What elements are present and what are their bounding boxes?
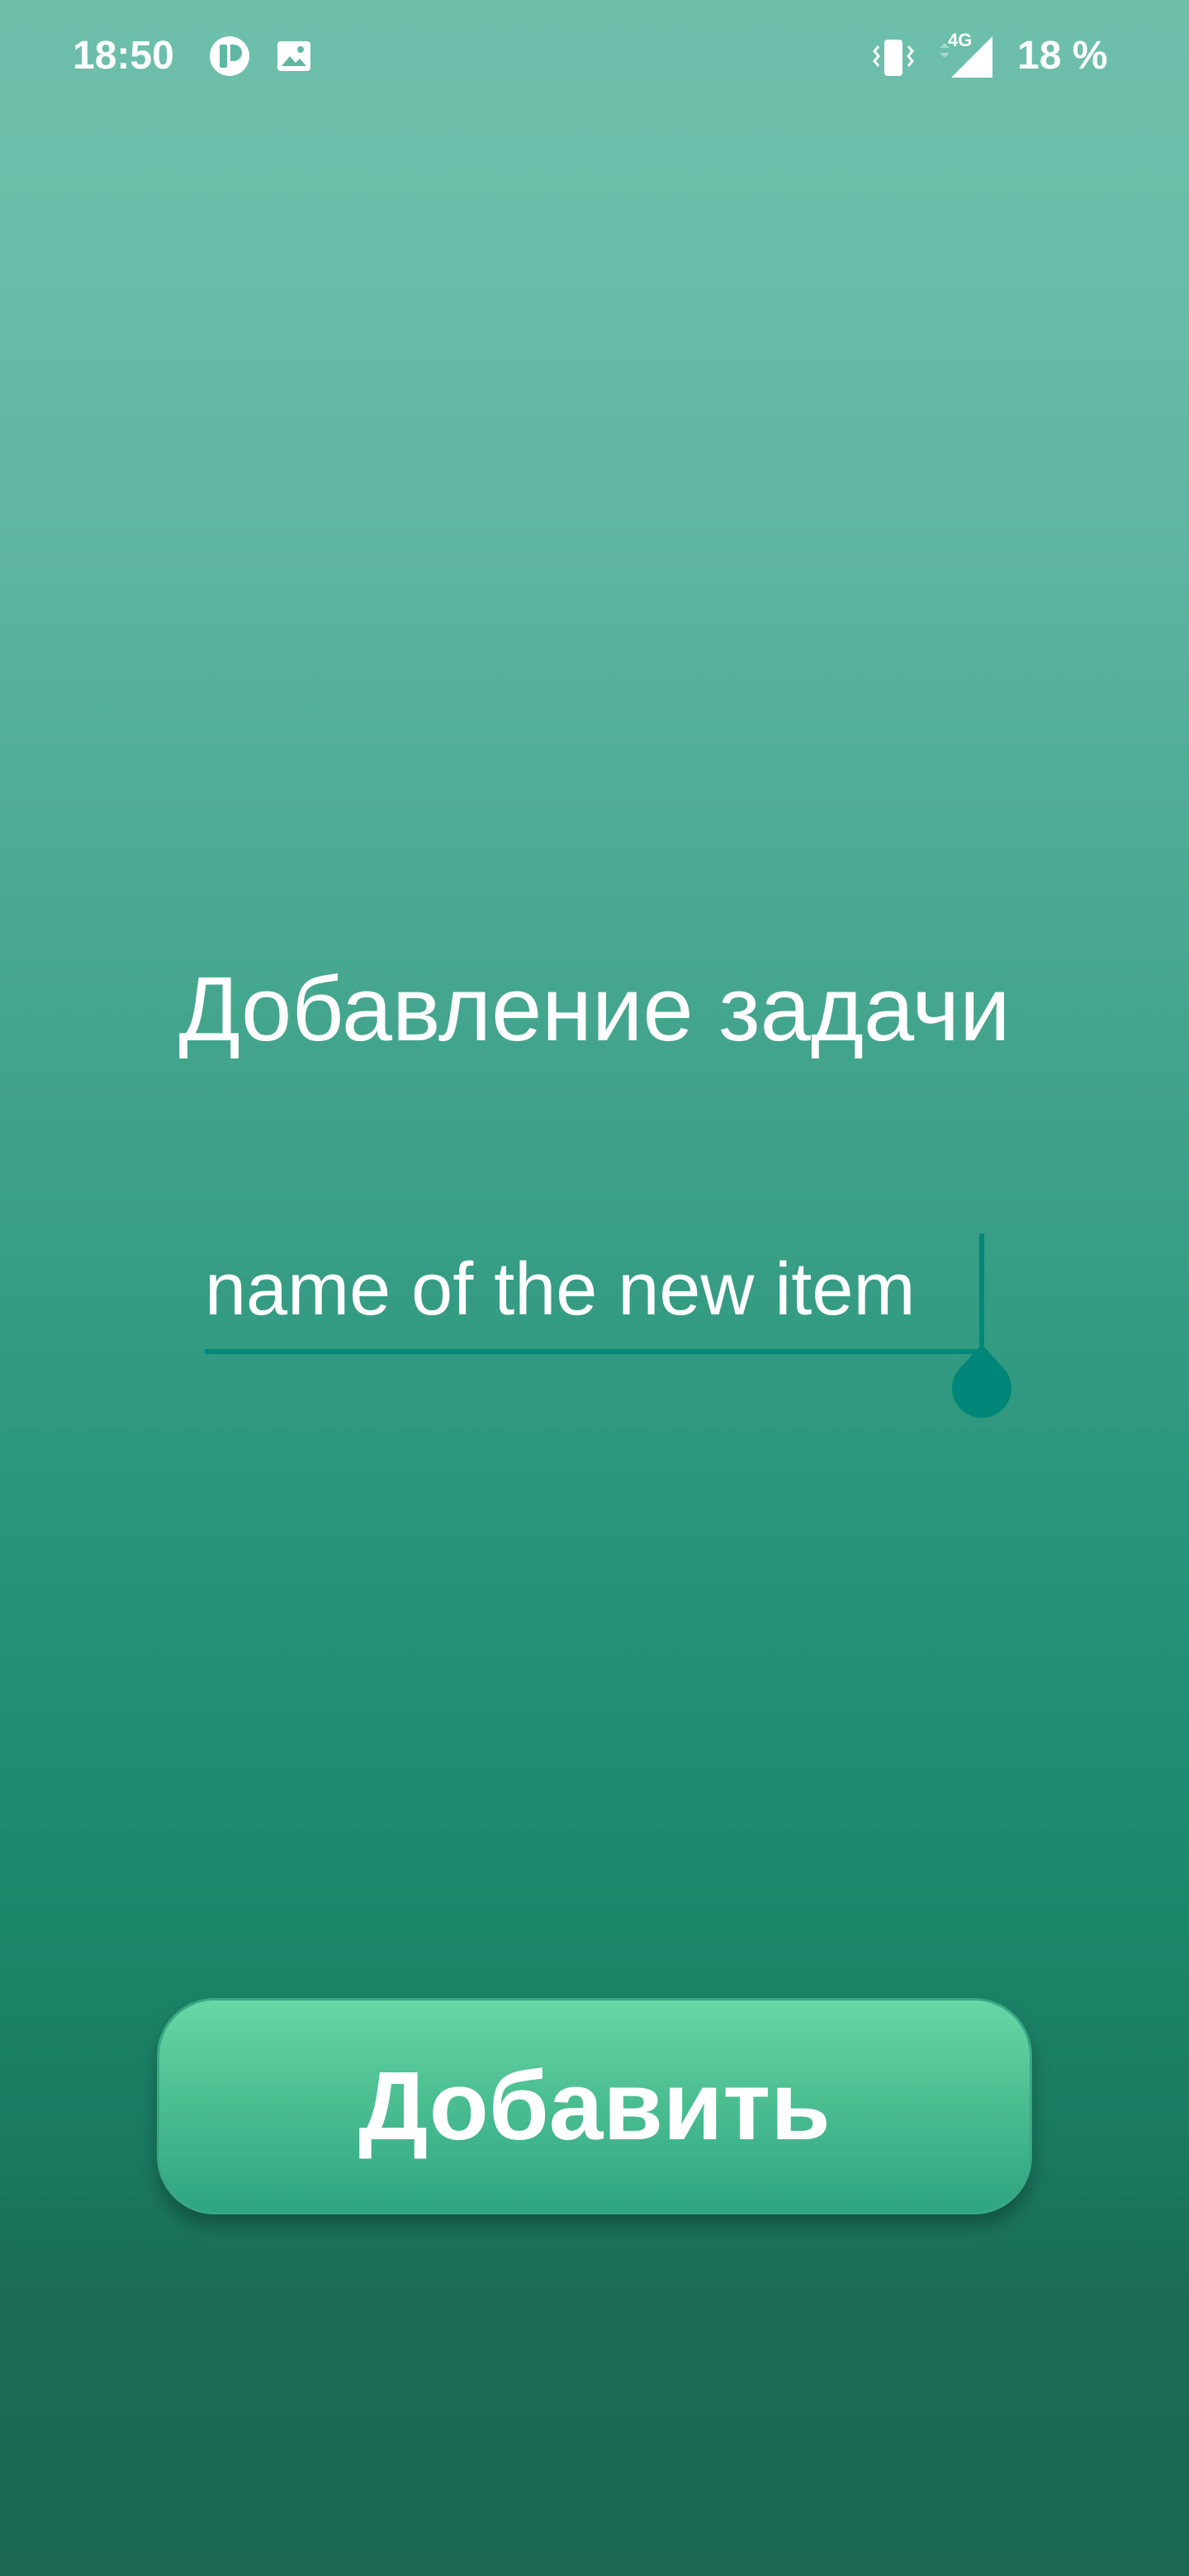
vibrate-icon [873, 40, 914, 76]
status-bar: 18:50 4G 18 % [0, 0, 1189, 116]
cursor-handle-icon[interactable] [951, 1344, 1012, 1418]
add-task-screen: 18:50 4G 18 % Добавление задачи name of … [0, 0, 1189, 2576]
text-caret [979, 1234, 984, 1346]
status-time: 18:50 [73, 34, 174, 78]
task-input-container [205, 1230, 1011, 1418]
gallery-icon [277, 41, 310, 71]
task-name-input[interactable] [205, 1230, 984, 1354]
signal-icon [940, 36, 992, 78]
add-button[interactable]: Добавить [157, 1998, 1032, 2214]
page-title: Добавление задачи [178, 959, 1011, 1060]
app-notification-icon [210, 36, 249, 76]
battery-level: 18 % [1017, 34, 1108, 78]
